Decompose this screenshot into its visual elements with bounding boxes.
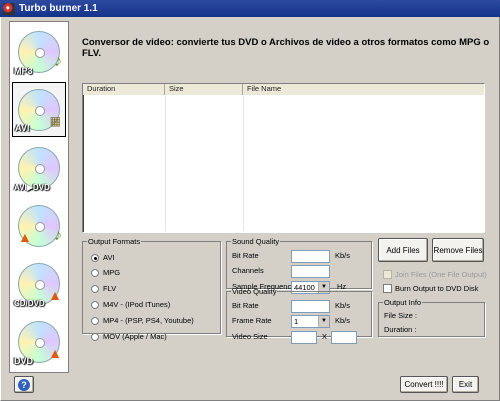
remove-files-button[interactable]: Remove Files [432,238,484,262]
output-info-group: Output Info File Size : Duration : [378,298,485,337]
sound-bit-rate-unit: Kb/s [335,251,351,260]
frame-rate-value: 1 [294,317,299,326]
format-option-mpg[interactable]: MPG [91,268,120,277]
burn-output-option[interactable]: Burn Output to DVD Disk [383,284,478,293]
page-heading: Conversor de video: convierte tus DVD o … [82,37,490,59]
join-files-label: Join Files (One File Output) [395,270,487,279]
sidebar-item-cd-dvd[interactable]: ▲ CD/DVD [12,256,66,311]
window-title: Turbo burner 1.1 [19,3,98,14]
format-label: M4V - (IPod ITunes) [103,300,171,309]
radio-icon[interactable] [91,284,99,293]
video-width-input[interactable] [291,331,317,344]
output-info-legend: Output Info [384,298,422,307]
file-list-body [84,96,483,231]
format-option-avi[interactable]: AVI [91,253,115,262]
radio-icon[interactable] [91,332,99,341]
music-note-icon: ♪ [54,227,62,244]
channels-input[interactable] [291,265,330,278]
add-files-button[interactable]: Add Files [378,238,428,262]
format-option-m4v[interactable]: M4V - (IPod ITunes) [91,300,170,309]
format-label: MOV (Apple / Mac) [103,332,167,341]
video-bit-rate-unit: Kb/s [335,301,351,310]
title-bar: Turbo burner 1.1 [0,0,500,17]
flame-icon: ▲ [18,229,32,245]
music-note-icon: ♪ [54,53,62,70]
frame-rate-unit: Kb/s [335,316,351,325]
file-list-header: Duration Size File Name [83,84,484,95]
sidebar-item-dvd[interactable]: ▲ DVD [12,314,66,369]
format-label: AVI [103,253,115,262]
radio-selected-icon[interactable] [91,253,99,262]
channels-label: Channels [232,266,264,275]
radio-icon[interactable] [91,300,99,309]
join-files-checkbox [383,270,392,279]
video-size-label: Video Size [232,332,268,341]
video-size-separator: X [322,332,328,341]
file-list[interactable]: Duration Size File Name [82,83,485,233]
format-label: MPG [103,268,121,277]
file-size-label: File Size : [384,311,417,320]
format-option-flv[interactable]: FLV [91,284,116,293]
frame-rate-label: Frame Rate [232,316,272,325]
flame-icon: ▲ [48,345,62,361]
chevron-down-icon[interactable]: ▼ [318,316,329,327]
output-formats-legend: Output Formats [88,237,141,246]
video-bit-rate-input[interactable] [291,300,330,313]
sound-quality-group: Sound Quality Bit Rate Kb/s Channels Sam… [226,237,372,294]
sidebar-item-label: CD/DVD [14,299,45,308]
exit-button[interactable]: Exit [452,376,479,393]
duration-label: Duration : [384,325,417,334]
sidebar-item-avi-to-dvd[interactable]: AVI▶DVD [12,140,66,195]
radio-icon[interactable] [91,316,99,325]
format-option-mov[interactable]: MOV (Apple / Mac) [91,332,167,341]
film-icon: ▦ [49,114,61,128]
video-height-input[interactable] [331,331,357,344]
sound-bit-rate-input[interactable] [291,250,330,263]
sound-quality-legend: Sound Quality [232,237,280,246]
radio-icon[interactable] [91,268,99,277]
format-label: FLV [103,284,117,293]
sidebar-item-burn-audio[interactable]: ♪ ▲ [12,198,66,253]
sidebar-item-label: AVI▶DVD [14,183,50,192]
column-file-name[interactable]: File Name [243,84,484,95]
sidebar-item-avi[interactable]: ▦ AVI [12,82,66,137]
sidebar-item-mp3[interactable]: ♪ MP3 [12,24,66,79]
flame-icon: ▲ [48,287,62,303]
convert-button[interactable]: Convert !!!! [400,376,448,393]
column-size[interactable]: Size [165,84,243,95]
column-duration[interactable]: Duration [83,84,165,95]
format-label: MP4 - (PSP, PS4, Youtube) [103,316,194,325]
output-formats-group: Output Formats AVI MPG FLV M4V - (IPod I… [82,237,221,341]
sidebar-item-label: AVI [15,123,30,133]
sidebar-item-label: MP3 [14,66,33,76]
app-disc-icon [3,2,15,15]
burn-output-label: Burn Output to DVD Disk [395,284,479,293]
burn-output-checkbox[interactable] [383,284,392,293]
video-quality-legend: Video Quality [232,287,277,296]
column-divider [165,96,166,231]
help-icon: ? [18,378,30,391]
video-quality-group: Video Quality Bit Rate Kb/s Frame Rate 1… [226,287,372,344]
frame-rate-select[interactable]: 1 ▼ [291,315,330,328]
sound-bit-rate-label: Bit Rate [232,251,259,260]
video-bit-rate-label: Bit Rate [232,301,259,310]
join-files-option: Join Files (One File Output) [383,270,487,279]
column-divider [243,96,244,231]
help-button[interactable]: ? [14,376,34,393]
sidebar-item-label: DVD [14,356,34,366]
conversion-sidebar: ♪ MP3 ▦ AVI AVI▶DVD ♪ ▲ ▲ CD/DVD ▲ DVD [9,21,69,373]
format-option-mp4[interactable]: MP4 - (PSP, PS4, Youtube) [91,316,194,325]
